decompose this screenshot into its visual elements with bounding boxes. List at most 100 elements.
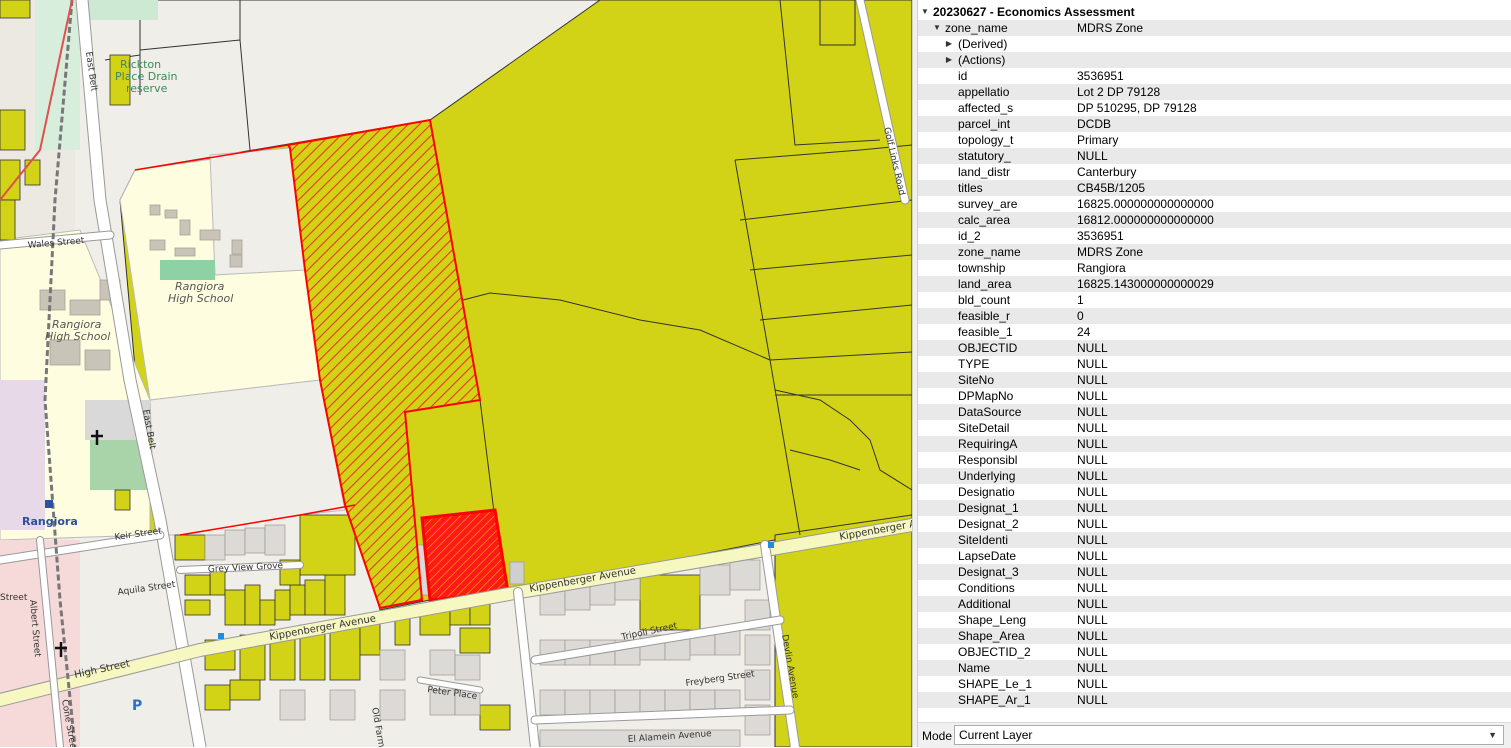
attribute-value: CB45B/1205: [1077, 181, 1146, 195]
attribute-value: 24: [1077, 325, 1091, 339]
attribute-row[interactable]: calc_area 16812.000000000000000: [918, 212, 1511, 228]
layer-title: 20230627 - Economics Assessment: [933, 5, 1135, 19]
attribute-row[interactable]: parcel_int DCDB: [918, 116, 1511, 132]
attribute-row[interactable]: topology_t Primary: [918, 132, 1511, 148]
attribute-value: NULL: [1077, 533, 1108, 547]
attribute-value: NULL: [1077, 485, 1108, 499]
attribute-name: OBJECTID: [958, 341, 1018, 355]
attribute-name: land_distr: [958, 165, 1011, 179]
attribute-row[interactable]: RequiringA NULL: [918, 436, 1511, 452]
attribute-row[interactable]: statutory_ NULL: [918, 148, 1511, 164]
attribute-row[interactable]: OBJECTID_2 NULL: [918, 644, 1511, 660]
collapse-arrow-icon[interactable]: ▶: [944, 36, 954, 52]
mode-select[interactable]: Current Layer ▼: [954, 725, 1504, 745]
school-field-1: [209, 147, 306, 276]
attribute-value: NULL: [1077, 565, 1108, 579]
map-canvas[interactable]: Rickton Place Drain reserve East Belt Go…: [0, 0, 912, 747]
attribute-row[interactable]: bld_count 1: [918, 292, 1511, 308]
attribute-value: 1: [1077, 293, 1084, 307]
commercial-west: [0, 380, 45, 530]
layer-row[interactable]: ▼ 20230627 - Economics Assessment: [918, 4, 1511, 20]
attribute-name: id: [958, 69, 968, 83]
attribute-row[interactable]: Shape_Area NULL: [918, 628, 1511, 644]
attribute-value: NULL: [1077, 549, 1108, 563]
attribute-row[interactable]: Designat_1 NULL: [918, 500, 1511, 516]
attribute-value: NULL: [1077, 501, 1108, 515]
attribute-value: NULL: [1077, 597, 1108, 611]
attribute-row[interactable]: affected_s DP 510295, DP 79128: [918, 100, 1511, 116]
attribute-row[interactable]: survey_are 16825.000000000000000: [918, 196, 1511, 212]
attribute-value: 0: [1077, 309, 1084, 323]
attribute-value: NULL: [1077, 357, 1108, 371]
attribute-row[interactable]: OBJECTID NULL: [918, 340, 1511, 356]
attribute-row[interactable]: appellatio Lot 2 DP 79128: [918, 84, 1511, 100]
attribute-row[interactable]: DPMapNo NULL: [918, 388, 1511, 404]
attribute-name: Designat_2: [958, 517, 1019, 531]
attribute-value: NULL: [1077, 405, 1108, 419]
attribute-row[interactable]: Designat_3 NULL: [918, 564, 1511, 580]
attribute-row[interactable]: SiteIdenti NULL: [918, 532, 1511, 548]
attribute-row[interactable]: Additional NULL: [918, 596, 1511, 612]
attribute-row[interactable]: LapseDate NULL: [918, 548, 1511, 564]
expand-arrow-icon[interactable]: ▼: [920, 4, 930, 20]
attribute-name: RequiringA: [958, 437, 1018, 451]
attribute-value: NULL: [1077, 469, 1108, 483]
map-label-high-school-2: High School: [168, 292, 233, 305]
attribute-value: DCDB: [1077, 117, 1112, 131]
attribute-name: affected_s: [958, 101, 1014, 115]
selected-feature[interactable]: [420, 508, 510, 602]
attribute-row[interactable]: Designatio NULL: [918, 484, 1511, 500]
attribute-name: topology_t: [958, 133, 1014, 147]
attribute-value: NULL: [1077, 149, 1108, 163]
expand-arrow-icon[interactable]: ▼: [932, 20, 942, 36]
derived-row[interactable]: ▶ (Derived): [918, 36, 1511, 52]
attribute-name: SHAPE_Ar_1: [958, 693, 1031, 707]
attribute-value: Rangiora: [1077, 261, 1126, 275]
collapse-arrow-icon[interactable]: ▶: [944, 52, 954, 68]
reserve-area: [35, 0, 80, 150]
feature-value: MDRS Zone: [1077, 21, 1144, 35]
attribute-row[interactable]: SHAPE_Le_1 NULL: [918, 676, 1511, 692]
attribute-row[interactable]: SiteNo NULL: [918, 372, 1511, 388]
attribute-row[interactable]: Responsibl NULL: [918, 452, 1511, 468]
attribute-name: Designat_3: [958, 565, 1019, 579]
attribute-row[interactable]: SiteDetail NULL: [918, 420, 1511, 436]
mode-label: Mode: [922, 729, 953, 743]
attribute-row[interactable]: Underlying NULL: [918, 468, 1511, 484]
attribute-row[interactable]: titles CB45B/1205: [918, 180, 1511, 196]
attribute-name: Shape_Leng: [958, 613, 1027, 627]
attribute-row[interactable]: Shape_Leng NULL: [918, 612, 1511, 628]
mode-select-value: Current Layer: [959, 728, 1033, 742]
map-label-high-school-4: High School: [45, 330, 110, 343]
attribute-value: 16825.143000000000029: [1077, 277, 1214, 291]
attribute-value: NULL: [1077, 517, 1108, 531]
attribute-row[interactable]: TYPE NULL: [918, 356, 1511, 372]
attribute-row[interactable]: Name NULL: [918, 660, 1511, 676]
identify-tree[interactable]: ▼ 20230627 - Economics Assessment ▼ zone…: [918, 4, 1511, 716]
attribute-row[interactable]: feasible_1 24: [918, 324, 1511, 340]
bus-stop-icon: [768, 542, 774, 548]
actions-label: (Actions): [958, 53, 1006, 67]
actions-row[interactable]: ▶ (Actions): [918, 52, 1511, 68]
attribute-name: SiteDetail: [958, 421, 1010, 435]
attribute-row[interactable]: land_distr Canterbury: [918, 164, 1511, 180]
attribute-row[interactable]: DataSource NULL: [918, 404, 1511, 420]
feature-row[interactable]: ▼ zone_name MDRS Zone: [918, 20, 1511, 36]
attribute-name: titles: [958, 181, 983, 195]
attribute-row[interactable]: Conditions NULL: [918, 580, 1511, 596]
attribute-name: TYPE: [958, 357, 990, 371]
attribute-name: LapseDate: [958, 549, 1017, 563]
attribute-value: NULL: [1077, 341, 1108, 355]
attribute-row[interactable]: zone_name MDRS Zone: [918, 244, 1511, 260]
attribute-row[interactable]: id 3536951: [918, 68, 1511, 84]
attribute-row[interactable]: feasible_r 0: [918, 308, 1511, 324]
attribute-row[interactable]: Designat_2 NULL: [918, 516, 1511, 532]
town-marker-icon: [45, 500, 53, 508]
attribute-row[interactable]: id_2 3536951: [918, 228, 1511, 244]
attribute-row[interactable]: SHAPE_Ar_1 NULL: [918, 692, 1511, 708]
attribute-row[interactable]: land_area 16825.143000000000029: [918, 276, 1511, 292]
attribute-row[interactable]: township Rangiora: [918, 260, 1511, 276]
attribute-name: SHAPE_Le_1: [958, 677, 1033, 691]
chevron-down-icon: ▼: [1488, 730, 1497, 740]
attribute-value: NULL: [1077, 693, 1108, 707]
